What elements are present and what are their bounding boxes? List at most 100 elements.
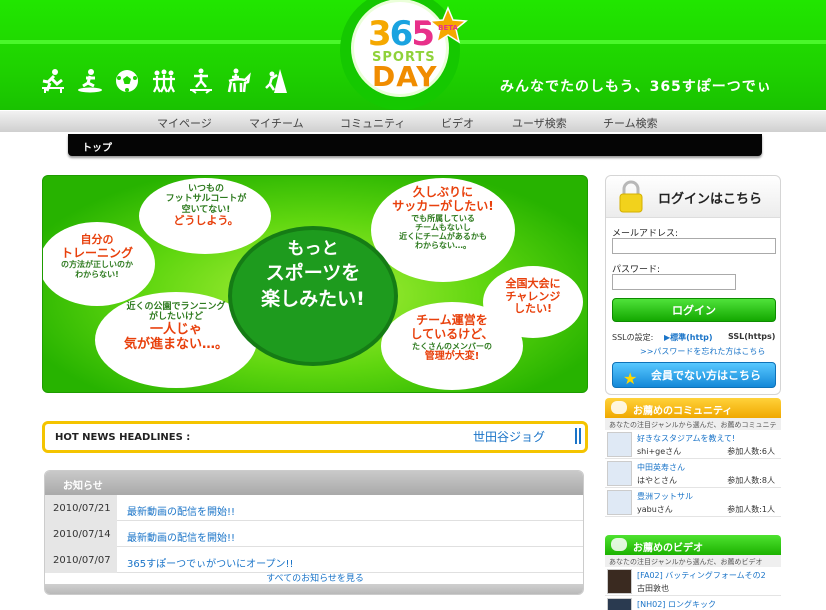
community-item-title[interactable]: 中田英寿さん (637, 462, 685, 473)
notice-link[interactable]: 最新動画の配信を開始!! (127, 529, 235, 544)
speech-bubble-icon (611, 401, 627, 414)
notice-footer (45, 584, 583, 594)
forgot-password-link[interactable]: >>パスワードを忘れた方はこちら (640, 346, 765, 357)
logo-digit-6: 6 (389, 14, 414, 54)
nav-item-myteam[interactable]: マイチーム (249, 115, 304, 131)
hot-news-scroll-handle[interactable] (575, 428, 581, 444)
bubble-line: 気が進まない…。 (123, 336, 228, 352)
community-subtitle: あなたの注目ジャンルから選んだ、お薦めコミュニティ (605, 418, 781, 439)
login-panel: ログインはこちら メールアドレス: パスワード: ログイン SSLの設定: ▶標… (605, 175, 781, 395)
nav-item-team-search[interactable]: チーム検索 (603, 115, 658, 131)
bubble-line: わからない…。 (415, 241, 471, 251)
ssl-standard-option[interactable]: ▶標準(http) (664, 332, 713, 343)
bubble-text-soccer: 久しぶりに サッカーがしたい! でも所属している チームもないし 近くにチームが… (379, 185, 507, 251)
video-thumbnail (607, 598, 632, 610)
notice-title: お知らせ (63, 481, 103, 492)
bubble-text-management: チーム運営を しているけど、 たくさんのメンバーの 管理が大変! (389, 313, 515, 362)
password-field[interactable] (612, 274, 736, 290)
notice-header: お知らせ (45, 471, 583, 495)
hero-center-text: もっと スポーツを 楽しみたい! (228, 238, 398, 312)
hot-news-bar: HOT NEWS HEADLINES : 世田谷ジョグ (42, 421, 588, 453)
hurdle-icon (42, 69, 64, 93)
video-item-title[interactable]: [NH02] ロングキック (637, 599, 716, 610)
bubble-line: いつもの (187, 184, 224, 194)
bubble-line: 久しぶりに (412, 185, 473, 199)
video-item-title[interactable]: [FA02] バッティングフォームその2 (637, 570, 766, 581)
bubble-line: たくさんのメンバーの (412, 341, 492, 351)
notice-link[interactable]: 365すぽーつでぃがついにオープン!! (127, 555, 294, 570)
sport-icon-row (40, 68, 288, 94)
hero-line: もっと (287, 239, 339, 259)
beta-label: BETA (438, 24, 458, 32)
bubble-line: サッカーがしたい! (392, 198, 494, 213)
hot-news-headline[interactable]: 世田谷ジョグ (473, 428, 545, 445)
logo-digit-3: 3 (368, 14, 392, 54)
ssl-secure-option[interactable]: SSL(https) (728, 332, 775, 341)
page: 365 SPORTS DAY BETA みんなでたのしもう、365すぽーつでぃ … (0, 0, 826, 610)
nav-item-video[interactable]: ビデオ (441, 115, 474, 131)
logo-number[interactable]: 365 (368, 14, 435, 54)
ssl-label: SSLの設定: (612, 333, 654, 342)
team-icon (153, 69, 175, 93)
video-header: お薦めのビデオ (605, 535, 781, 555)
bubble-text-national: 全国大会に チャレンジ したい! (489, 277, 577, 316)
notice-view-all-link[interactable]: すべてのお知らせを見る (45, 571, 583, 584)
bubble-line: しているけど、 (410, 326, 494, 341)
community-item-count: 参加人数:1人 (727, 505, 775, 514)
nav-item-mypage[interactable]: マイページ (157, 115, 212, 131)
hero-line: 楽しみたい! (261, 287, 365, 310)
bubble-line: チーム運営を (416, 313, 488, 327)
bubble-text-futsal: いつもの フットサルコートが 空いてない! どうしよう。 (147, 184, 265, 228)
notice-row: 2010/07/14 最新動画の配信を開始!! (45, 521, 583, 547)
bubble-line: フットサルコートが (165, 194, 247, 205)
bubble-line: チームもないし (415, 222, 471, 232)
community-item[interactable]: 好きなスタジアムを教えて! shi+geさん 参加人数:6人 (605, 430, 781, 459)
bubble-line: 一人じゃ (149, 321, 202, 337)
horse-riding-icon (227, 68, 251, 93)
email-field[interactable] (612, 238, 776, 254)
logo-day-text: DAY (372, 60, 438, 93)
bubble-line: トレーニング (60, 245, 133, 260)
beta-star-icon: BETA (428, 6, 468, 44)
community-item-owner: はやとさん (637, 476, 677, 485)
community-thumbnail (607, 461, 632, 486)
star-icon: ★ (623, 369, 638, 388)
community-item-count: 参加人数:6人 (727, 447, 775, 456)
video-item-owner: 古田敦也 (637, 584, 669, 593)
community-item-title[interactable]: 豊洲フットサル (637, 491, 693, 502)
bubble-line: でも所属している (411, 213, 475, 223)
community-item[interactable]: 豊洲フットサル yabuさん 参加人数:1人 (605, 488, 781, 517)
notice-row: 2010/07/07 365すぽーつでぃがついにオープン!! (45, 547, 583, 573)
hero-banner[interactable]: いつもの フットサルコートが 空いてない! どうしよう。 自分の トレーニング … (42, 175, 588, 393)
notice-link[interactable]: 最新動画の配信を開始!! (127, 503, 235, 518)
bubble-line: 近くにチームがあるかも (399, 231, 487, 241)
guest-button-label: 会員でない方はこちら (651, 369, 761, 382)
notice-date: 2010/07/14 (45, 521, 117, 547)
main-nav: マイページ マイチーム コミュニティ ビデオ ユーザ検索 チーム検索 (0, 110, 826, 132)
login-button[interactable]: ログイン (612, 298, 776, 322)
bubble-line: の方法が正しいのか (61, 260, 133, 270)
guest-button[interactable]: ★ 会員でない方はこちら (612, 362, 776, 388)
breadcrumb: トップ (68, 134, 762, 156)
login-header: ログインはこちら (606, 176, 780, 218)
speech-bubble-icon (611, 538, 627, 551)
community-item-title[interactable]: 好きなスタジアムを教えて! (637, 433, 735, 444)
community-item-owner: yabuさん (637, 505, 673, 514)
notice-panel: お知らせ 2010/07/21 最新動画の配信を開始!! 2010/07/14 … (44, 470, 584, 595)
community-item-count: 参加人数:8人 (727, 476, 775, 485)
nav-item-community[interactable]: コミュニティ (340, 115, 405, 131)
nav-item-user-search[interactable]: ユーザ検索 (512, 115, 567, 131)
lock-icon (619, 180, 643, 213)
video-item[interactable]: [FA02] バッティングフォームその2 古田敦也 (605, 567, 781, 596)
notice-date: 2010/07/21 (45, 495, 117, 521)
site-tagline: みんなでたのしもう、365すぽーつでぃ (500, 79, 772, 95)
community-item[interactable]: 中田英寿さん はやとさん 参加人数:8人 (605, 459, 781, 488)
video-item[interactable]: [NH02] ロングキック (605, 596, 781, 610)
hero-line: スポーツを (265, 261, 361, 284)
surfing-icon (78, 69, 102, 93)
breadcrumb-current[interactable]: トップ (82, 139, 112, 154)
bubble-line: わからない! (75, 269, 119, 279)
community-title: お薦めのコミュニティ (633, 406, 733, 417)
community-thumbnail (607, 432, 632, 457)
site-header: 365 SPORTS DAY BETA みんなでたのしもう、365すぽーつでぃ (0, 0, 826, 110)
